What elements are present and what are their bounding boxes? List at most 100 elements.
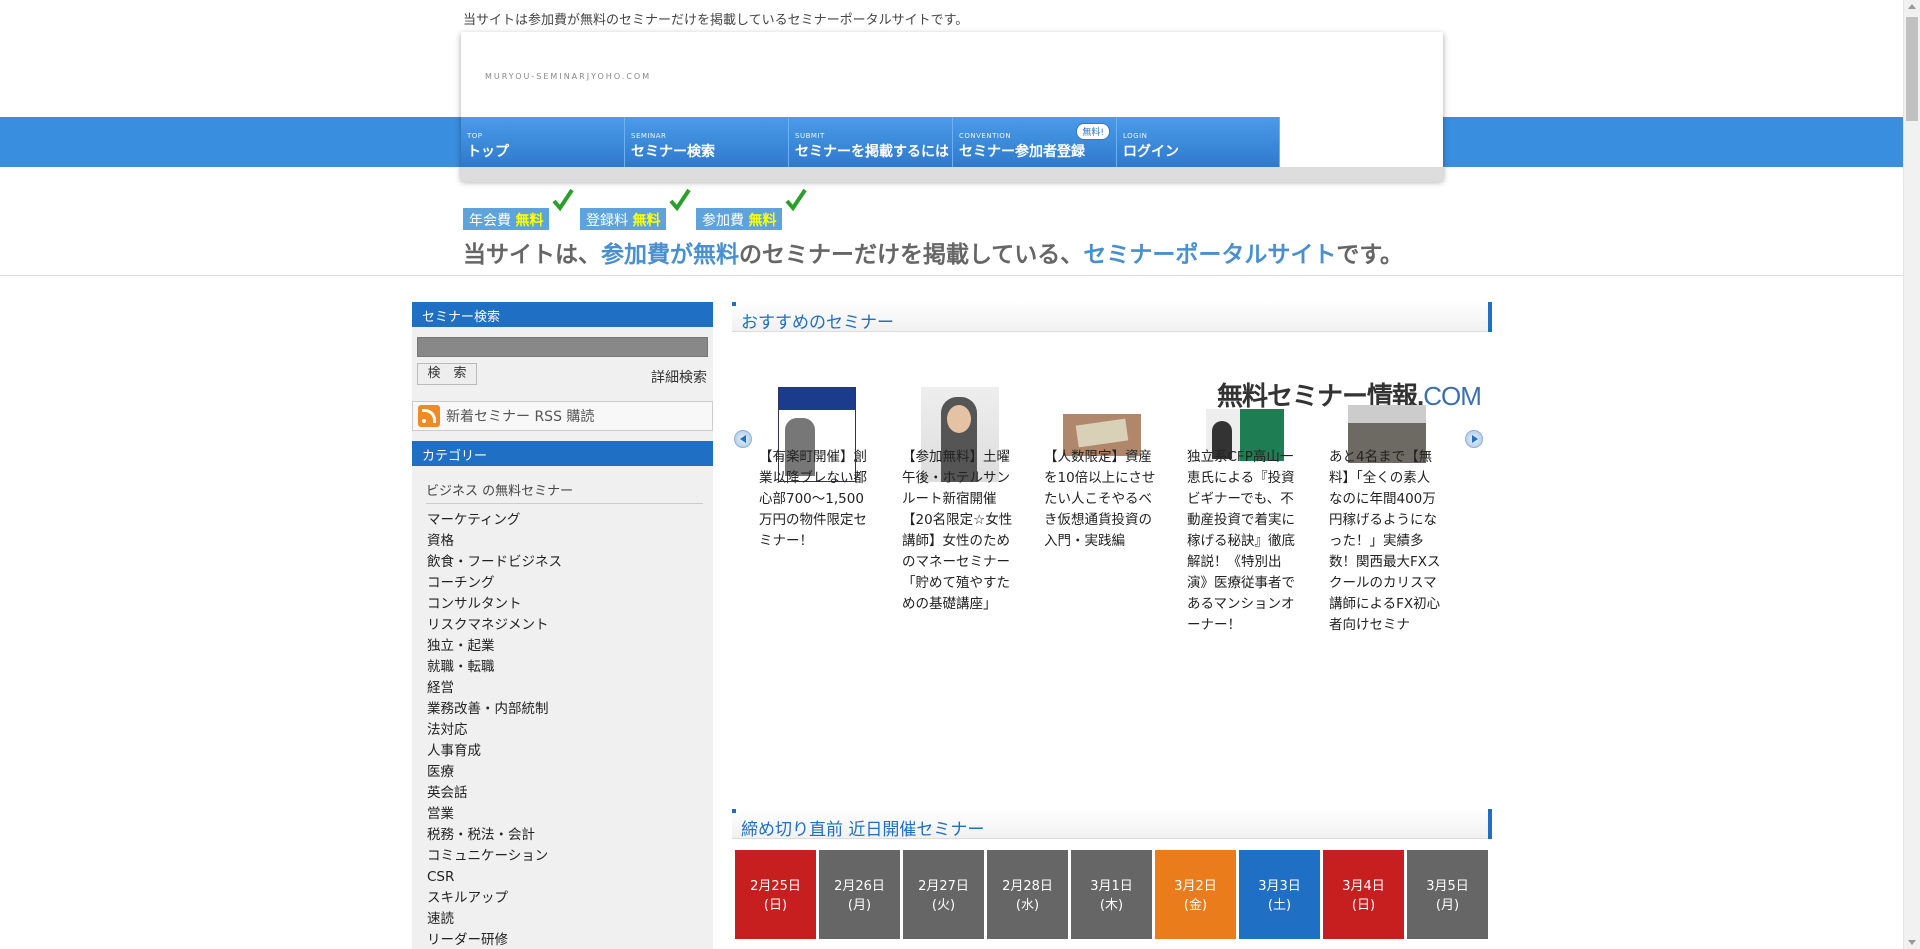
date-tab-day: (金)	[1183, 898, 1208, 913]
recommended-heading: おすすめのセミナー	[741, 313, 894, 333]
category-link[interactable]: 英会話	[427, 783, 713, 804]
date-tab-date: 2月26日	[834, 879, 885, 894]
category-link[interactable]: 就職・転職	[427, 657, 713, 678]
date-tab[interactable]: 3月3日 (土)	[1239, 850, 1320, 939]
category-link[interactable]: 営業	[427, 804, 713, 825]
category-link[interactable]: 人事育成	[427, 741, 713, 762]
main-content: おすすめのセミナー 【有楽町開催】創業以降ブレない都心部700〜1,500万円の…	[732, 302, 1492, 939]
category-link[interactable]: 速読	[427, 909, 713, 930]
nav-register[interactable]: CONVENTION セミナー参加者登録 無料!	[953, 117, 1117, 167]
category-link[interactable]: CSR	[427, 867, 713, 888]
nav-login-en: LOGIN	[1123, 132, 1148, 140]
fee-annual: 年会費 無料	[463, 208, 550, 230]
date-tab-day: (月)	[1435, 898, 1460, 913]
category-link[interactable]: 経営	[427, 678, 713, 699]
category-link[interactable]: リーダー研修	[427, 930, 713, 949]
nav-submit[interactable]: SUBMIT セミナーを掲載するには	[789, 117, 953, 167]
date-tab-date: 3月5日	[1426, 879, 1469, 894]
date-tab[interactable]: 3月1日 (木)	[1071, 850, 1152, 939]
free-badge: 無料!	[1076, 123, 1110, 140]
fee-participation-label: 参加費	[702, 213, 744, 229]
date-tab[interactable]: 2月26日 (月)	[819, 850, 900, 939]
seminar-title[interactable]: あと4名まで【無料】「全くの素人なのに年間400万円稼げるようになった！」実績多…	[1329, 447, 1441, 636]
nav-top-label: トップ	[467, 144, 509, 160]
banner-text-2: 参加費が無料	[601, 242, 739, 268]
rss-label: 新着セミナー RSS 購読	[446, 409, 595, 425]
page: 当サイトは参加費が無料のセミナーだけを掲載しているセミナーポータルサイトです。 …	[0, 0, 1920, 949]
nav-login-label: ログイン	[1123, 144, 1179, 160]
date-tab[interactable]: 2月25日 (日)	[735, 850, 816, 939]
nav-submit-en: SUBMIT	[795, 132, 825, 140]
date-tab[interactable]: 2月27日 (火)	[903, 850, 984, 939]
site-logo[interactable]: 無料セミナー情報.COM MURYOU-SEMINARJYOHO.COM	[485, 72, 1482, 411]
nav-submit-label: セミナーを掲載するには	[795, 144, 949, 160]
date-tab-date: 2月28日	[1002, 879, 1053, 894]
banner-text-5: です。	[1336, 242, 1404, 268]
main-nav: TOP トップ SEMINAR セミナー検索 SUBMIT セミナーを掲載するに…	[461, 117, 1280, 167]
rss-subscribe[interactable]: 新着セミナー RSS 購読	[412, 401, 713, 431]
search-input[interactable]	[417, 337, 708, 357]
carousel-prev-arrow-icon[interactable]	[734, 430, 752, 448]
category-link[interactable]: 税務・税法・会計	[427, 825, 713, 846]
seminar-title[interactable]: 【有楽町開催】創業以降ブレない都心部700〜1,500万円の物件限定セミナー！	[759, 447, 871, 552]
advanced-search-link[interactable]: 詳細検索	[651, 367, 707, 387]
fee-registration-label: 登録料	[586, 213, 628, 229]
date-tab-day: (月)	[847, 898, 872, 913]
category-list: マーケティング 資格 飲食・フードビジネス コーチング コンサルタント リスクマ…	[427, 510, 713, 949]
category-link[interactable]: 業務改善・内部統制	[427, 699, 713, 720]
seminar-card[interactable]	[1044, 387, 1159, 456]
category-link[interactable]: 医療	[427, 762, 713, 783]
check-icon	[785, 188, 807, 212]
scroll-thumb[interactable]	[1906, 17, 1918, 121]
seminar-title[interactable]: 独立系CFP高山一恵氏による『投資ビギナーでも、不動産投資で着実に稼げる秘訣』徹…	[1187, 447, 1299, 636]
header-bottom-bar	[461, 167, 1443, 182]
date-tab-day: (日)	[763, 898, 788, 913]
category-link[interactable]: 法対応	[427, 720, 713, 741]
search-button[interactable]: 検 索	[417, 363, 477, 385]
page-scrollbar[interactable]	[1903, 0, 1920, 949]
date-tab[interactable]: 3月4日 (日)	[1323, 850, 1404, 939]
category-link[interactable]: マーケティング	[427, 510, 713, 531]
category-link[interactable]: リスクマネジメント	[427, 615, 713, 636]
date-tab[interactable]: 3月2日 (金)	[1155, 850, 1236, 939]
nav-seminar-search[interactable]: SEMINAR セミナー検索	[625, 117, 789, 167]
deadline-section-header: 締め切り直前 近日開催セミナー	[732, 809, 1492, 840]
deadline-heading: 締め切り直前 近日開催セミナー	[741, 820, 985, 840]
banner-text-4: セミナーポータルサイト	[1083, 242, 1337, 268]
date-tab-date: 2月25日	[750, 879, 801, 894]
date-tab-date: 3月2日	[1174, 879, 1217, 894]
date-tab-day: (土)	[1267, 898, 1292, 913]
fee-registration-free: 無料	[632, 213, 661, 229]
search-controls: 検 索 詳細検索	[412, 357, 713, 387]
category-link[interactable]: スキルアップ	[427, 888, 713, 909]
carousel-next-arrow-icon[interactable]	[1465, 430, 1483, 448]
date-tab-day: (日)	[1351, 898, 1376, 913]
date-tab[interactable]: 3月5日 (月)	[1407, 850, 1488, 939]
date-tab[interactable]: 2月28日 (水)	[987, 850, 1068, 939]
category-link[interactable]: 飲食・フードビジネス	[427, 552, 713, 573]
category-link[interactable]: 資格	[427, 531, 713, 552]
date-tab-date: 3月3日	[1258, 879, 1301, 894]
fee-participation-free: 無料	[748, 213, 777, 229]
category-link[interactable]: 独立・起業	[427, 636, 713, 657]
category-link[interactable]: コーチング	[427, 573, 713, 594]
category-link[interactable]: コミュニケーション	[427, 846, 713, 867]
site-tagline: 当サイトは参加費が無料のセミナーだけを掲載しているセミナーポータルサイトです。	[463, 13, 969, 28]
seminar-title[interactable]: 【人数限定】資産を10倍以上にさせたい人こそやるべき仮想通貨投資の入門・実践編	[1044, 447, 1156, 552]
content-divider	[0, 275, 1903, 276]
rss-icon	[418, 405, 440, 427]
category-link[interactable]: コンサルタント	[427, 594, 713, 615]
nav-top[interactable]: TOP トップ	[461, 117, 625, 167]
date-tab-date: 3月4日	[1342, 879, 1385, 894]
seminar-title[interactable]: 【参加無料】土曜午後・ホテルサンルート新宿開催【20名限定☆女性講師】女性のため…	[902, 447, 1014, 615]
scroll-down-arrow-icon[interactable]	[1908, 940, 1916, 945]
recommended-section-header: おすすめのセミナー	[732, 302, 1492, 333]
fee-participation: 参加費 無料	[696, 208, 783, 230]
check-icon	[669, 188, 691, 212]
category-heading: カテゴリー	[412, 441, 713, 466]
date-tab-day: (火)	[931, 898, 956, 913]
nav-login[interactable]: LOGIN ログイン	[1117, 117, 1280, 167]
category-title: ビジネス の無料セミナー	[426, 480, 703, 504]
fee-annual-label: 年会費	[469, 213, 511, 229]
scroll-up-arrow-icon[interactable]	[1908, 4, 1916, 9]
